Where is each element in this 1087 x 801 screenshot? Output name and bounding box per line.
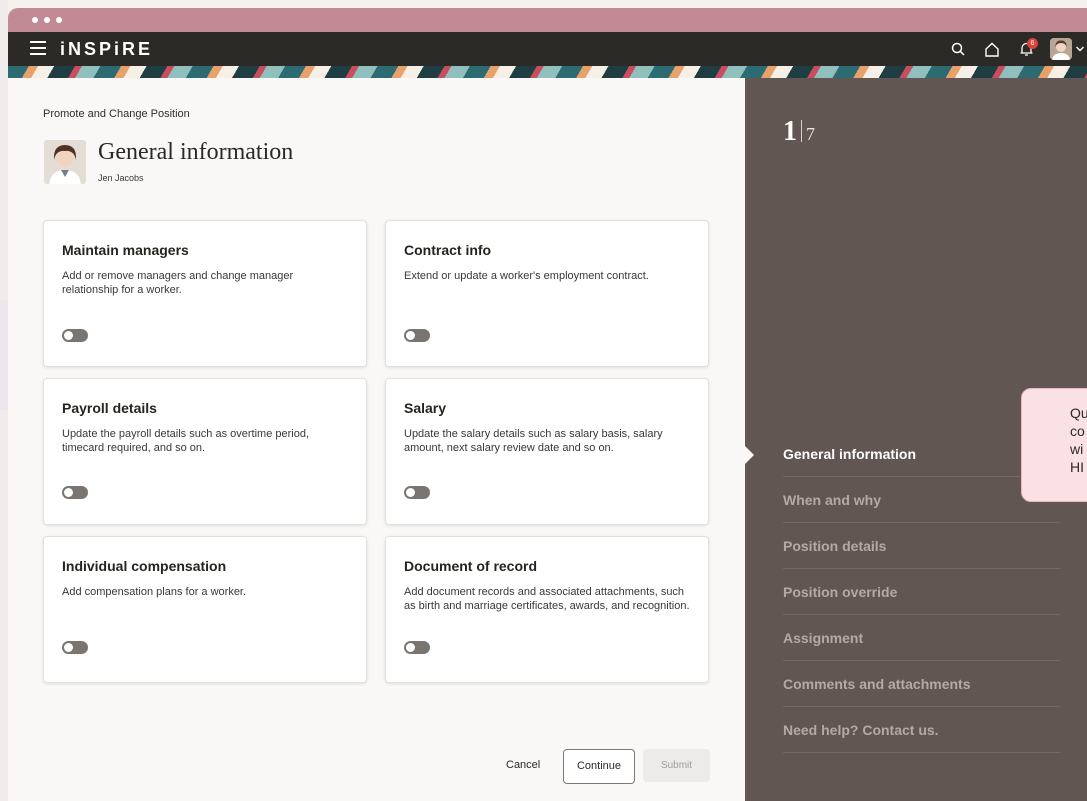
salary-toggle[interactable] [404,486,430,499]
tooltip-line: co [1070,423,1085,439]
continue-button[interactable]: Continue [563,749,635,784]
top-navbar: iNSPiRE 6 [8,32,1087,66]
card-title: Document of record [404,558,538,574]
card-description: Add compensation plans for a worker. [62,586,247,598]
tooltip-line: Qu [1070,405,1087,421]
step-list: General information When and why Positio… [783,431,1060,753]
avatar [44,140,86,184]
card-title: Salary [404,400,447,416]
menu-icon[interactable] [30,41,46,55]
window-dot-close[interactable] [32,17,38,23]
card-title: Maintain managers [62,242,189,258]
card-description: Add document records and associated atta… [404,586,690,612]
card-description: Extend or update a worker's employment c… [404,270,649,282]
window-titlebar [8,8,1087,32]
card-contract-info: Contract info Extend or update a worker'… [385,220,709,367]
step-counter: 17 [783,116,815,148]
brand-logo[interactable]: iNSPiRE [60,39,153,60]
breadcrumb: Promote and Change Position [43,108,190,120]
step-position-override[interactable]: Position override [783,569,1060,615]
active-step-pointer [745,446,754,464]
step-assignment[interactable]: Assignment [783,615,1060,661]
tooltip-line: wi [1070,441,1084,457]
navbar-actions: 6 [945,32,1087,66]
card-salary: Salary Update the salary details such as… [385,378,709,525]
submit-button[interactable]: Submit [643,749,710,782]
contract-info-toggle[interactable] [404,329,430,342]
individual-compensation-toggle[interactable] [62,641,88,654]
home-icon[interactable] [979,32,1005,66]
browser-window: iNSPiRE 6 Promote and Change Position Ge… [8,8,1087,801]
step-need-help[interactable]: Need help? Contact us. [783,707,1060,753]
card-title: Individual compensation [62,558,227,574]
document-of-record-toggle[interactable] [404,641,430,654]
card-title: Payroll details [62,400,157,416]
card-maintain-managers: Maintain managers Add or remove managers… [43,220,367,367]
avatar [1049,38,1072,60]
step-current: 1 [783,116,797,147]
page-title: General information [98,139,294,165]
window-controls [32,17,62,23]
window-dot-maximize[interactable] [56,17,62,23]
step-general-information[interactable]: General information [783,431,1060,477]
notification-badge: 6 [1027,38,1038,49]
decorative-banner [8,66,1087,78]
bell-icon[interactable]: 6 [1013,32,1039,66]
user-menu[interactable] [1047,32,1087,66]
card-payroll-details: Payroll details Update the payroll detai… [43,378,367,525]
step-when-and-why[interactable]: When and why [783,477,1060,523]
step-total: 7 [806,124,815,144]
tooltip-text: Qu co wi HI [1070,404,1087,476]
maintain-managers-toggle[interactable] [62,329,88,342]
tooltip-line: HI [1070,459,1084,475]
search-icon[interactable] [945,32,971,66]
person-name: Jen Jacobs [98,173,144,183]
step-position-details[interactable]: Position details [783,523,1060,569]
payroll-details-toggle[interactable] [62,486,88,499]
card-description: Update the payroll details such as overt… [62,428,310,454]
card-description: Add or remove managers and change manage… [62,270,294,296]
chevron-down-icon [1075,46,1084,52]
tooltip-callout: Qu co wi HI [1021,388,1087,502]
main-content: Promote and Change Position General info… [8,78,745,801]
step-comments-and-attachments[interactable]: Comments and attachments [783,661,1060,707]
cancel-button[interactable]: Cancel [506,759,540,771]
card-title: Contract info [404,242,492,258]
card-description: Update the salary details such as salary… [404,428,663,454]
card-document-of-record: Document of record Add document records … [385,536,709,683]
card-individual-compensation: Individual compensation Add compensation… [43,536,367,683]
window-dot-minimize[interactable] [44,17,50,23]
